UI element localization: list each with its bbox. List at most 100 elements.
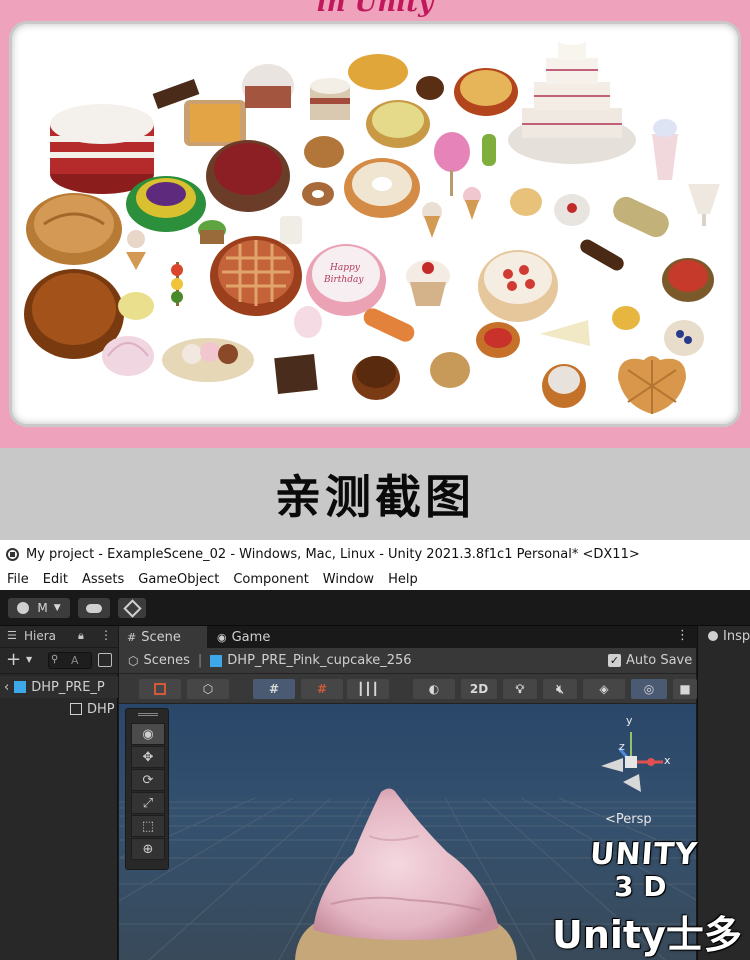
lattice-pie-illustration (210, 236, 302, 316)
breadcrumb-prefab[interactable]: DHP_PRE_Pink_cupcake_256 (227, 653, 411, 668)
pivot-tool-dropdown[interactable]: ⬡ (187, 679, 229, 699)
promo-banner: in Unity Happy Birthday (0, 0, 750, 448)
toggle-2d-button[interactable]: 2D (461, 679, 497, 699)
camera-settings-button[interactable]: ■ (673, 679, 697, 699)
hierarchy-prefab-root-row[interactable]: ‹ DHP_PRE_P (0, 676, 118, 698)
info-icon (708, 631, 718, 641)
increment-snap-dropdown[interactable]: # (301, 679, 343, 699)
audio-toggle[interactable]: 🔇︎ (543, 679, 577, 699)
search-filter-icon[interactable] (98, 653, 112, 667)
parfait-cup-illustration (406, 260, 450, 306)
scene-visibility-toggle[interactable]: ◎ (631, 679, 667, 699)
caramel-cupcake-illustration (430, 352, 470, 388)
camera-icon: ■ (679, 682, 691, 696)
hierarchy-row-label: DHP_PRE_P (31, 679, 105, 695)
eye-hidden-icon: ◎ (643, 682, 655, 696)
menu-window[interactable]: Window (323, 572, 374, 587)
draw-mode-dropdown[interactable]: ◐ (413, 679, 455, 699)
screenshot-root: in Unity Happy Birthday 亲测截图 My project … (0, 0, 750, 960)
collab-icon (122, 598, 142, 618)
hierarchy-search-input[interactable]: ⚲ A (48, 652, 92, 669)
macaron-illustration (612, 306, 640, 330)
axis-label-x: x (664, 754, 671, 767)
chocolate-pudding-illustration (352, 356, 400, 400)
eye-icon: ◉ (142, 726, 154, 742)
green-cupcake-illustration (198, 220, 226, 244)
hierarchy-tab[interactable]: ☰ Hiera 🔒︎ ⋮ (0, 626, 118, 648)
heart-waffle-illustration (618, 356, 686, 414)
unity-editor-window: My project - ExampleScene_02 - Windows, … (0, 540, 750, 960)
rect-tool-button[interactable]: ⬚ (131, 815, 165, 837)
menu-bar: File Edit Assets GameObject Component Wi… (0, 568, 750, 590)
rect-icon: ⬚ (141, 818, 155, 834)
hierarchy-row-label: DHP (87, 701, 115, 717)
tab-scene[interactable]: # Scene (119, 626, 207, 648)
menu-component[interactable]: Component (233, 572, 308, 587)
more-options-icon[interactable]: ⋮ (100, 628, 112, 642)
list-icon: ☰ (7, 629, 17, 642)
menu-assets[interactable]: Assets (82, 572, 124, 587)
cloud-button[interactable] (78, 598, 110, 618)
gamepad-icon: ◉ (217, 630, 227, 644)
birthday-cake-illustration: Happy Birthday (306, 244, 386, 316)
collab-button[interactable] (118, 598, 146, 618)
breadcrumb-scenes[interactable]: Scenes (143, 653, 189, 668)
bundt-cake-illustration (344, 158, 420, 218)
grid-snap-icon: # (268, 682, 280, 696)
banana-split-illustration (162, 338, 254, 382)
menu-gameobject[interactable]: GameObject (138, 572, 219, 587)
axis-label-z: z (619, 740, 625, 753)
chocolate-cupcake-illustration (554, 194, 590, 226)
svg-text:Birthday: Birthday (323, 275, 364, 285)
overlay-drag-handle[interactable] (138, 713, 158, 716)
search-placeholder: A (71, 654, 79, 667)
add-icon[interactable]: + (6, 649, 21, 670)
scale-icon: ⤢ (142, 795, 154, 811)
mute-icon: 🔇︎ (556, 681, 564, 696)
view-tool-button[interactable]: ◉ (131, 723, 165, 745)
layers-icon: ◈ (599, 682, 609, 696)
rect-snap-dropdown[interactable]: ┃┃┃ (347, 679, 389, 699)
chevron-down-icon: ▼ (53, 603, 61, 613)
prefab-breadcrumb: ⬡ Scenes | DHP_PRE_Pink_cupcake_256 ✓ Au… (119, 648, 696, 674)
menu-file[interactable]: File (7, 572, 29, 587)
lock-icon: 🔒︎ (78, 629, 84, 642)
prefab-cube-icon (210, 654, 223, 667)
orientation-tool-dropdown[interactable] (139, 679, 181, 699)
perspective-label[interactable]: <Persp (605, 812, 652, 827)
transform-icon: ⊕ (142, 841, 154, 857)
lighting-toggle[interactable]: 💡︎ (503, 679, 537, 699)
tab-game[interactable]: ◉ Game (211, 626, 291, 648)
unity-logo-icon (6, 547, 19, 561)
prefab-cube-icon (14, 681, 27, 693)
cotton-candy-illustration (434, 132, 470, 196)
ruler-icon: ┃┃┃ (357, 682, 379, 696)
orange-cupcake-illustration (510, 188, 542, 216)
fruit-cupcake-illustration (542, 364, 586, 408)
transform-tool-button[interactable]: ⊕ (131, 838, 165, 860)
auto-save-checkbox[interactable]: ✓ (608, 654, 621, 667)
pie-illustration (26, 193, 122, 265)
menu-edit[interactable]: Edit (43, 572, 68, 587)
back-arrow-icon[interactable]: ‹ (4, 680, 9, 695)
cream-dessert-illustration (242, 64, 294, 108)
caption-text: 亲测截图 (275, 470, 475, 524)
move-icon: ✥ (142, 749, 154, 765)
grid-snap-toggle[interactable]: # (253, 679, 295, 699)
jam-tart-illustration (476, 322, 520, 358)
move-tool-button[interactable]: ✥ (131, 746, 165, 768)
scene-tab-bar: # Scene ◉ Game ⋮ (119, 626, 696, 648)
chevron-down-icon: ▼ (26, 655, 33, 664)
more-options-icon[interactable]: ⋮ (676, 628, 689, 643)
snap-icon: # (316, 682, 328, 696)
toggle-2d-label: 2D (469, 682, 489, 696)
hierarchy-toolbar: + ▼ ⚲ A (0, 648, 118, 674)
hierarchy-child-row[interactable]: DHP (0, 698, 118, 720)
rotate-tool-button[interactable]: ⟳ (131, 769, 165, 791)
effects-dropdown[interactable]: ◈ (583, 679, 625, 699)
menu-help[interactable]: Help (388, 572, 418, 587)
pivot-icon: ⬡ (202, 682, 214, 696)
scale-tool-button[interactable]: ⤢ (131, 792, 165, 814)
account-label: M (37, 601, 48, 615)
account-dropdown[interactable]: M ▼ (8, 598, 70, 618)
